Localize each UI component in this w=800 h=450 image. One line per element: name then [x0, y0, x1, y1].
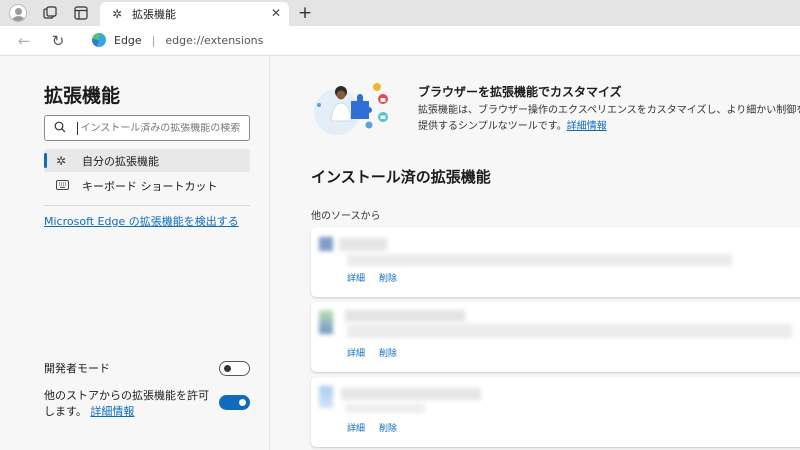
promo-learn-more-link[interactable]: 詳細情報 — [567, 121, 607, 132]
extension-icon — [319, 310, 333, 334]
source-section-label: 他のソースから — [311, 211, 381, 222]
tab-strip: ✲ 拡張機能 ✕ + — [0, 0, 800, 26]
puzzle-icon: ✲ — [111, 7, 123, 21]
sidebar-item-label: 自分の拡張機能 — [82, 154, 159, 168]
details-link[interactable]: 詳細 — [347, 346, 365, 359]
installed-extensions-heading: インストール済の拡張機能 — [311, 168, 491, 186]
extension-card: 詳細 削除 — [311, 227, 800, 297]
promo-description: 拡張機能は、ブラウザー操作のエクスペリエンスをカスタマイズし、より細かい制御を提… — [418, 103, 800, 135]
active-indicator — [44, 153, 47, 168]
extension-icon — [319, 386, 333, 408]
address-bar[interactable]: Edge | edge://extensions — [92, 33, 263, 47]
url-text: edge://extensions — [165, 33, 264, 47]
sidebar-item-keyboard-shortcuts[interactable]: キーボード ショートカット — [44, 174, 250, 197]
customize-illustration — [314, 83, 388, 135]
remove-link[interactable]: 削除 — [379, 421, 397, 434]
sidebar-item-label: キーボード ショートカット — [82, 179, 218, 193]
promo-description-text: 拡張機能は、ブラウザー操作のエクスペリエンスをカスタマイズし、より細かい制御を提… — [418, 105, 800, 132]
extension-name-blurred — [339, 238, 387, 251]
toggle-knob — [224, 365, 231, 372]
extension-actions: 詳細 削除 — [347, 421, 397, 434]
allow-other-stores-text: 他のストアからの拡張機能を許可します。 詳細情報 — [44, 388, 214, 420]
remove-link[interactable]: 削除 — [379, 346, 397, 359]
extension-actions: 詳細 削除 — [347, 271, 397, 284]
extension-card: 詳細 削除 — [311, 302, 800, 372]
sidebar-title: 拡張機能 — [44, 85, 121, 107]
remove-link[interactable]: 削除 — [379, 271, 397, 284]
extension-name-blurred — [341, 388, 481, 400]
promo-title: ブラウザーを拡張機能でカスタマイズ — [418, 85, 622, 99]
sidebar-item-my-extensions[interactable]: ✲ 自分の拡張機能 — [44, 149, 250, 172]
workspaces-icon[interactable] — [40, 3, 60, 23]
details-link[interactable]: 詳細 — [347, 421, 365, 434]
text-caret — [77, 121, 79, 135]
divider — [44, 205, 250, 206]
sidebar: 拡張機能 ✲ 自分の拡張機能 キーボード ショートカット Microsoft E… — [0, 57, 270, 450]
refresh-icon[interactable]: ↻ — [48, 31, 68, 51]
search-box[interactable] — [44, 115, 250, 141]
puzzle-icon: ✲ — [56, 153, 67, 168]
keyboard-icon — [56, 179, 72, 193]
toggle-knob — [239, 399, 246, 406]
extension-description-blurred — [345, 403, 425, 413]
extension-name-blurred — [345, 310, 465, 322]
search-input[interactable] — [80, 122, 249, 134]
close-icon[interactable]: ✕ — [271, 6, 281, 20]
extension-description-blurred — [347, 324, 792, 338]
details-link[interactable]: 詳細 — [347, 271, 365, 284]
discover-extensions-link[interactable]: Microsoft Edge の拡張機能を検出する — [44, 213, 239, 229]
tab-title: 拡張機能 — [132, 8, 176, 21]
extension-actions: 詳細 削除 — [347, 346, 397, 359]
developer-mode-label: 開発者モード — [44, 362, 110, 375]
address-separator: | — [151, 33, 156, 47]
address-bar-row: ← ↻ Edge | edge://extensions — [0, 26, 800, 56]
extension-card: 詳細 削除 — [311, 377, 800, 447]
new-tab-plus-icon[interactable]: + — [295, 3, 315, 23]
extension-description-blurred — [347, 254, 732, 266]
tab-actions-icon[interactable] — [71, 3, 91, 23]
edge-logo-icon — [92, 33, 106, 47]
main-content: ブラウザーを拡張機能でカスタマイズ 拡張機能は、ブラウザー操作のエクスペリエンス… — [271, 57, 800, 450]
back-arrow-icon[interactable]: ← — [14, 31, 34, 51]
site-label: Edge — [114, 33, 142, 47]
extension-icon — [319, 237, 333, 251]
search-icon — [54, 121, 67, 136]
profile-avatar-icon[interactable] — [9, 4, 27, 22]
allow-other-stores-learn-more-link[interactable]: 詳細情報 — [90, 405, 134, 418]
tab-extensions[interactable]: ✲ 拡張機能 ✕ — [100, 2, 289, 26]
developer-mode-toggle[interactable] — [219, 361, 250, 376]
allow-other-stores-toggle[interactable] — [219, 395, 250, 410]
